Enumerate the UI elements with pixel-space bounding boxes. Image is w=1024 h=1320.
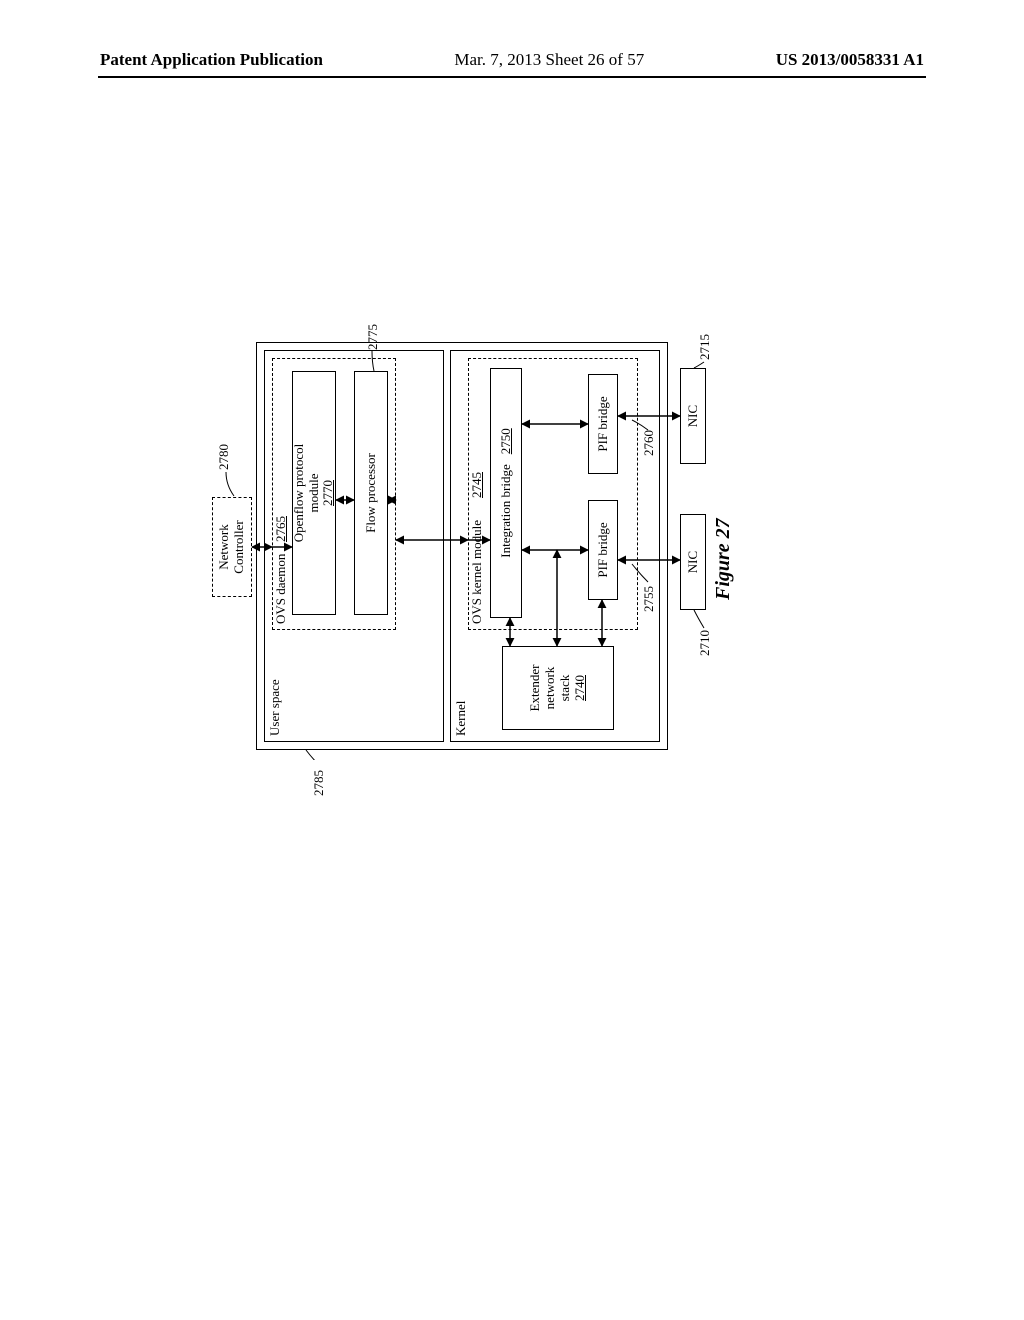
integration-bridge-label: Integration bridge (499, 464, 514, 558)
header: Patent Application Publication Mar. 7, 2… (0, 50, 1024, 70)
integration-bridge-box: Integration bridge 2750 (490, 368, 522, 618)
figure-27: Network Controller User space OVS daemon… (212, 335, 732, 760)
ref-2765: 2765 (274, 516, 288, 542)
header-rule (98, 76, 926, 78)
ref-2710: 2710 (698, 630, 712, 656)
ref-2755: 2755 (642, 586, 656, 612)
kernel-label: Kernel (454, 701, 468, 736)
flow-processor-box: Flow processor (354, 371, 388, 615)
user-space-label: User space (268, 679, 282, 736)
ovs-daemon-label: OVS daemon (274, 554, 288, 624)
header-center: Mar. 7, 2013 Sheet 26 of 57 (454, 50, 644, 70)
extender-label: Extender network stack (528, 665, 573, 712)
flow-processor-label: Flow processor (364, 453, 379, 533)
ref-2770: 2770 (321, 480, 336, 506)
ref-2760: 2760 (642, 430, 656, 456)
ref-2780: 2780 (217, 444, 231, 470)
ovs-kernel-label: OVS kernel module (470, 520, 484, 624)
header-left: Patent Application Publication (100, 50, 323, 70)
ref-2775: 2775 (366, 324, 380, 350)
ref-2750: 2750 (499, 428, 514, 454)
nic-a-box: NIC (680, 514, 706, 610)
pif-bridge-b-label: PIF bridge (596, 396, 611, 451)
pif-bridge-a-label: PIF bridge (596, 522, 611, 577)
nic-b-label: NIC (686, 405, 701, 427)
openflow-label: Openflow protocol module (292, 444, 322, 543)
nic-a-label: NIC (686, 551, 701, 573)
openflow-box: Openflow protocol module 2770 (292, 371, 336, 615)
ref-2785: 2785 (312, 770, 326, 796)
header-right: US 2013/0058331 A1 (776, 50, 924, 70)
network-controller-label: Network Controller (217, 520, 247, 573)
ref-2715: 2715 (698, 334, 712, 360)
pif-bridge-b-box: PIF bridge (588, 374, 618, 474)
ref-2745: 2745 (470, 472, 484, 498)
nic-b-box: NIC (680, 368, 706, 464)
pif-bridge-a-box: PIF bridge (588, 500, 618, 600)
network-controller-box: Network Controller (212, 497, 252, 597)
figure-caption: Figure 27 (712, 518, 735, 600)
extender-box: Extender network stack 2740 (502, 646, 614, 730)
ref-2740: 2740 (573, 675, 588, 701)
